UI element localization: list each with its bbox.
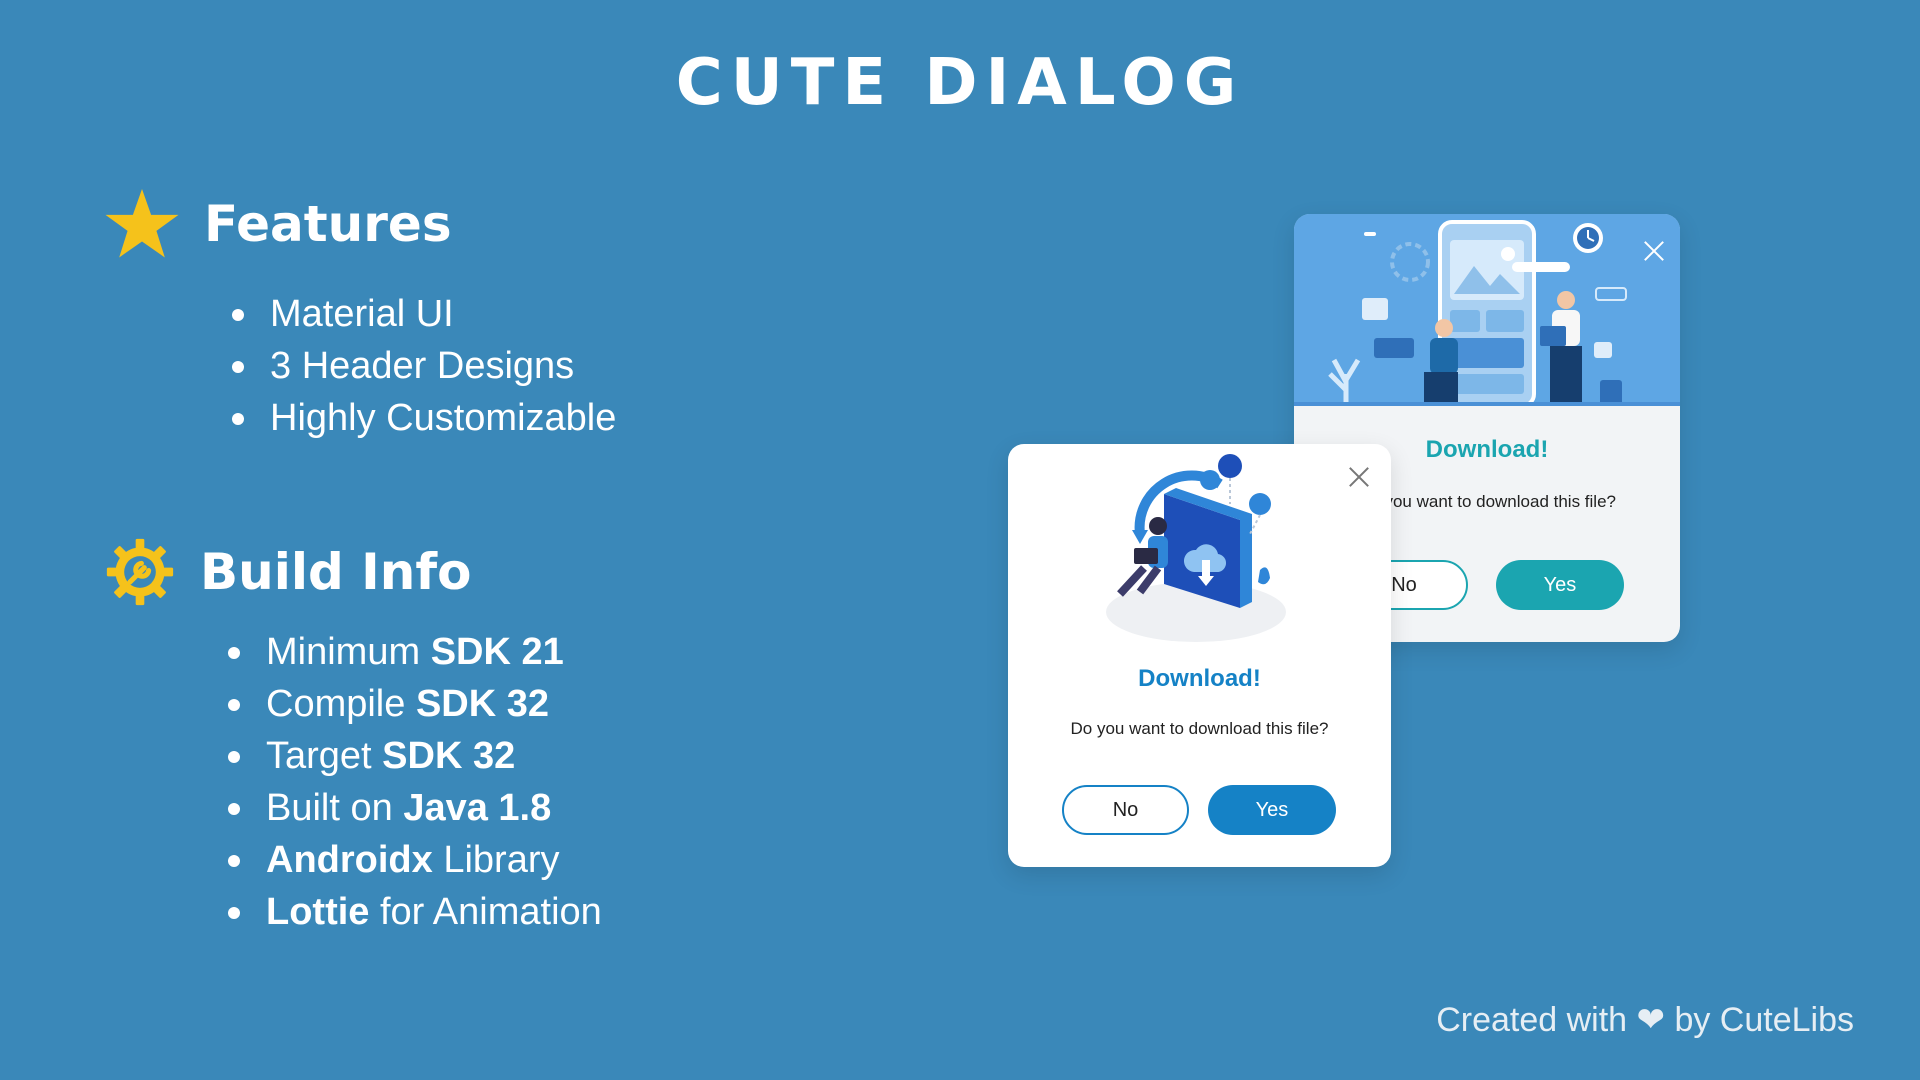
gear-icon xyxy=(106,538,174,606)
illustration-header xyxy=(1294,214,1680,408)
close-icon[interactable] xyxy=(1348,466,1370,488)
features-heading-label: Features xyxy=(204,195,452,253)
list-item: Material UI xyxy=(232,288,616,340)
list-item: Built on Java 1.8 xyxy=(228,782,602,834)
no-button[interactable]: No xyxy=(1062,785,1189,835)
dialog-header-illustration xyxy=(1294,214,1680,408)
yes-button[interactable]: Yes xyxy=(1496,560,1624,610)
list-item: Lottie for Animation xyxy=(228,886,602,938)
list-item: 3 Header Designs xyxy=(232,340,616,392)
footer-credit: Created with ❤ by CuteLibs xyxy=(1436,1001,1854,1039)
list-item: Target SDK 32 xyxy=(228,730,602,782)
yes-button[interactable]: Yes xyxy=(1208,785,1336,835)
dialog-preview-illustration-style: Download! Do you want to download this f… xyxy=(1008,444,1391,867)
list-item: Highly Customizable xyxy=(232,392,616,444)
list-item: Minimum SDK 21 xyxy=(228,626,602,678)
list-item: Compile SDK 32 xyxy=(228,678,602,730)
features-heading: Features xyxy=(104,186,452,262)
close-icon[interactable] xyxy=(1643,240,1665,262)
build-info-heading: Build Info xyxy=(104,536,471,608)
dialog-message: Do you want to download this file? xyxy=(1070,719,1329,738)
build-info-heading-label: Build Info xyxy=(200,543,472,601)
star-icon xyxy=(105,189,179,258)
illustration-download xyxy=(1106,454,1286,642)
build-info-list: Minimum SDK 21 Compile SDK 32 Target SDK… xyxy=(228,626,602,938)
page-title: CUTE DIALOG xyxy=(675,46,1245,120)
features-list: Material UI 3 Header Designs Highly Cust… xyxy=(232,288,616,444)
list-item: Androidx Library xyxy=(228,834,602,886)
dialog-title: Download! xyxy=(1138,665,1261,692)
